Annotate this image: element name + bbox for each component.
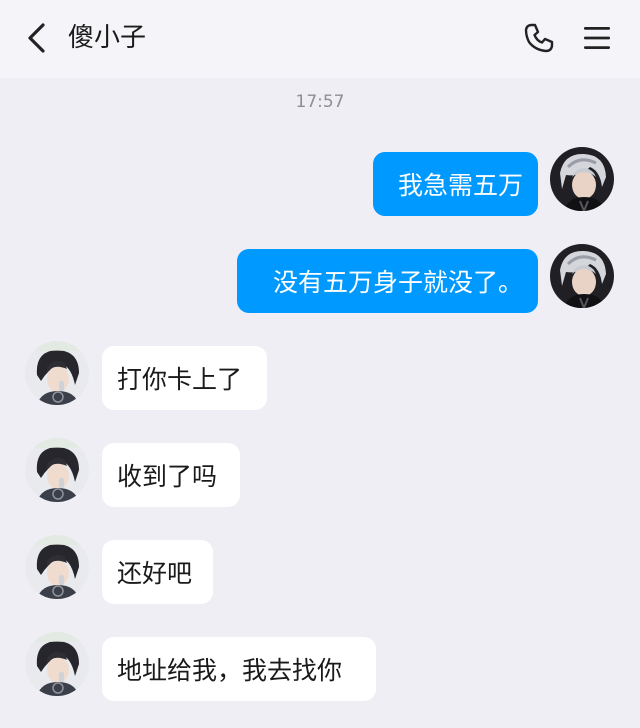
phone-icon <box>524 23 554 53</box>
message-text: 打你卡上了 <box>117 365 243 394</box>
menu-button[interactable] <box>578 19 616 57</box>
my-avatar[interactable] <box>550 147 614 211</box>
message-text: 我急需五万 <box>397 171 523 200</box>
message-text: 地址给我，我去找你 <box>117 656 343 685</box>
my-avatar[interactable] <box>550 244 614 308</box>
hamburger-menu-icon <box>584 27 610 49</box>
message-text: 还好吧 <box>117 559 193 588</box>
outgoing-message-bubble[interactable]: 没有五万身子就没了。 <box>237 249 538 313</box>
contact-avatar[interactable] <box>25 341 89 405</box>
message-timestamp: 17:57 <box>295 92 345 112</box>
contact-avatar[interactable] <box>25 438 89 502</box>
call-button[interactable] <box>520 19 558 57</box>
incoming-message-bubble[interactable]: 还好吧 <box>102 540 213 604</box>
back-button[interactable] <box>18 20 54 56</box>
incoming-message-bubble[interactable]: 地址给我，我去找你 <box>102 637 376 701</box>
outgoing-message-bubble[interactable]: 我急需五万 <box>373 152 538 216</box>
message-text: 收到了吗 <box>117 462 218 491</box>
contact-name: 傻小子 <box>68 23 147 53</box>
contact-avatar[interactable] <box>25 632 89 696</box>
chat-header: 傻小子 <box>0 0 640 78</box>
incoming-message-bubble[interactable]: 收到了吗 <box>102 443 240 507</box>
message-text: 没有五万身子就没了。 <box>272 268 523 297</box>
incoming-message-bubble[interactable]: 打你卡上了 <box>102 346 267 410</box>
contact-avatar[interactable] <box>25 535 89 599</box>
chevron-left-icon <box>28 23 45 53</box>
